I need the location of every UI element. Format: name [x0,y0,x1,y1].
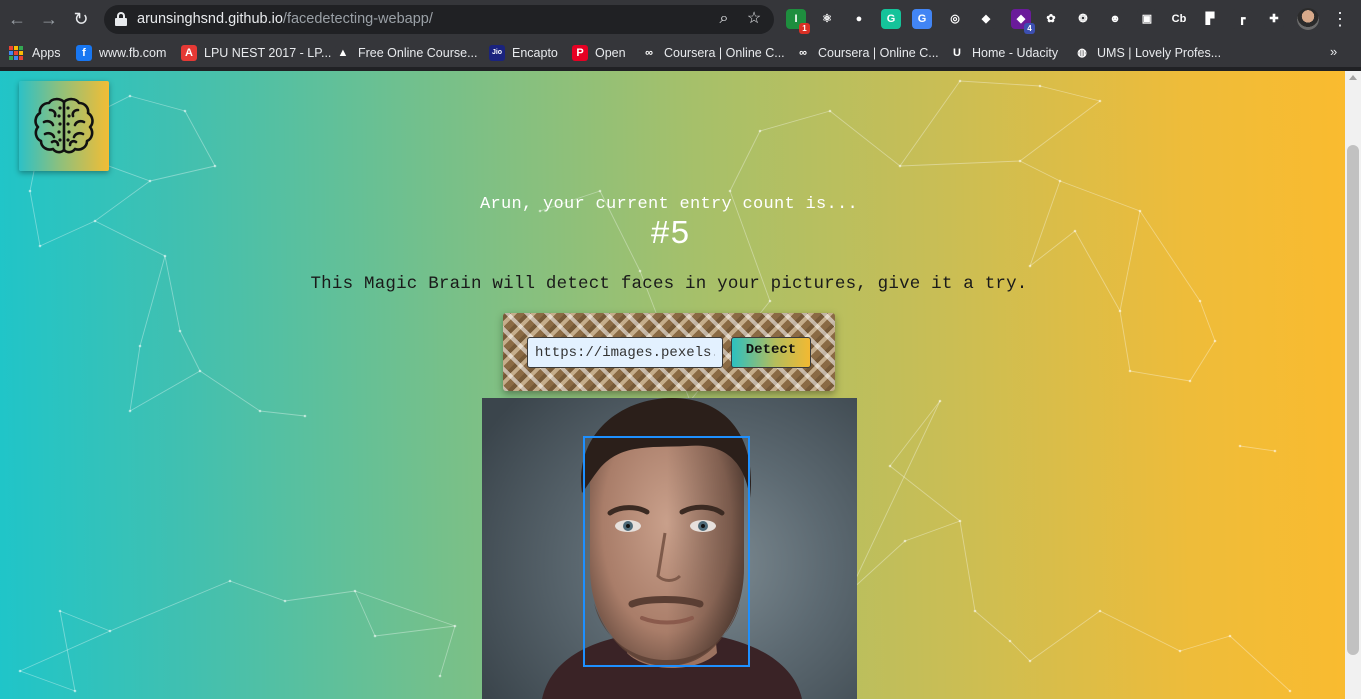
bookmark-item[interactable]: ∞ Coursera | Online C... [795,44,939,62]
bookmark-item[interactable]: ∞ Coursera | Online C... [641,44,785,62]
extension-15-icon[interactable]: ┏ [1232,9,1252,29]
entry-count-value: #5 [650,216,690,253]
forward-arrow-icon[interactable]: → [38,8,60,30]
face-bounding-box [583,436,750,667]
extensions-puzzle-icon[interactable]: ✚ [1264,9,1284,29]
bookmark-item[interactable]: f www.fb.com [76,44,166,62]
reload-icon[interactable]: ↻ [70,8,92,30]
react-devtools-icon[interactable]: ⚛ [817,9,837,29]
bookmark-label: Free Online Course... [358,46,478,60]
bookmark-label: Encapto [512,46,558,60]
bookmark-item[interactable]: ▲ Free Online Course... [335,44,478,62]
extension-8-icon[interactable]: ◆ 4 [1011,9,1035,34]
free-course-icon: ▲ [335,45,351,61]
tagline: This Magic Brain will detect faces in yo… [310,274,1028,294]
extension-7-icon[interactable]: ◆ [976,9,996,29]
url-path: /facedetecting-webapp/ [282,11,433,27]
uploaded-photo [482,398,857,699]
page-viewport: Arun, your current entry count is... #5 … [0,71,1345,699]
bookmark-star-icon[interactable]: ☆ [744,9,764,29]
extension-11-icon[interactable]: ☻ [1105,9,1125,29]
page-scrollbar[interactable] [1345,71,1361,699]
bookmark-label: Open [595,46,626,60]
zoom-icon[interactable]: ⌕ [714,9,734,29]
lock-icon [115,12,127,26]
extension-cb-icon[interactable]: Cb [1169,9,1189,29]
apps-grid-icon [9,46,23,60]
color-picker-icon[interactable]: ✿ [1041,9,1061,29]
bookmark-item[interactable]: Jio Encapto [489,44,558,62]
bookmark-label: LPU NEST 2017 - LP... [204,46,332,60]
extension-10-icon[interactable]: ❂ [1073,9,1093,29]
brain-icon [34,97,94,154]
extension-1-icon[interactable]: I1 [786,9,810,34]
detect-button[interactable]: Detect [731,337,811,368]
jio-icon: Jio [489,45,505,61]
pinterest-icon: P [572,45,588,61]
bookmark-label: Coursera | Online C... [818,46,939,60]
facebook-icon: f [76,45,92,61]
grammarly-icon[interactable]: G [881,9,901,29]
browser-toolbar: ← → ↻ arunsinghsnd.github.io/facedetecti… [0,0,1361,38]
more-bookmarks-chevron-icon[interactable]: » [1330,44,1337,59]
bookmark-item[interactable]: A LPU NEST 2017 - LP... [181,44,331,62]
bookmark-item[interactable]: ◍ UMS | Lovely Profes... [1074,44,1221,62]
bookmark-item[interactable]: P Open [572,44,626,62]
globe-icon: ◍ [1074,45,1090,61]
image-url-form: Detect [503,313,835,391]
url-host: arunsinghsnd.github.io [137,11,283,27]
url-text[interactable]: arunsinghsnd.github.io/facedetecting-web… [137,11,433,27]
coursera-icon: ∞ [795,45,811,61]
screenshot-icon[interactable]: ▣ [1137,9,1157,29]
bookmark-item[interactable]: Apps [9,44,61,62]
bookmark-label: Home - Udacity [972,46,1059,60]
bookmarks-bar: Apps f www.fb.com A LPU NEST 2017 - LP... ▲ Fr… [0,38,1361,68]
bookmark-label: Apps [32,46,61,60]
entry-count-text: Arun, your current entry count is... [479,195,859,214]
bookmark-item[interactable]: U Home - Udacity [949,44,1058,62]
extension-badge: 1 [799,23,810,34]
logo-card[interactable] [19,81,109,171]
profile-avatar[interactable] [1297,8,1319,30]
extension-badge: 4 [1024,23,1035,34]
extension-14-icon[interactable]: ▛ [1200,9,1220,29]
scroll-thumb[interactable] [1347,145,1359,655]
udacity-icon: U [949,45,965,61]
bookmark-label: www.fb.com [99,46,167,60]
coursera-icon: ∞ [641,45,657,61]
extension-6-icon[interactable]: ◎ [945,9,965,29]
bookmark-label: Coursera | Online C... [664,46,785,60]
image-url-input[interactable] [527,337,723,368]
back-arrow-icon[interactable]: ← [6,8,28,30]
lpu-nest-icon: A [181,45,197,61]
bookmark-label: UMS | Lovely Profes... [1097,46,1222,60]
browser-menu-icon[interactable]: ⋮ [1331,7,1349,31]
google-translate-icon[interactable]: G [912,9,932,29]
scroll-up-arrow-icon[interactable] [1349,75,1357,80]
extension-3-icon[interactable]: ● [849,9,869,29]
address-bar[interactable]: arunsinghsnd.github.io/facedetecting-web… [104,5,774,34]
